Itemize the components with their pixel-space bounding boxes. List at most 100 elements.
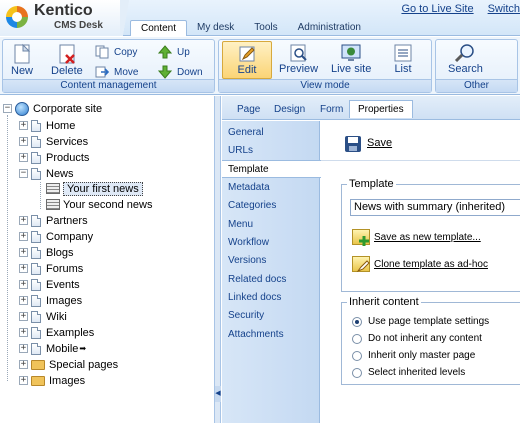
menu-workflow[interactable]: Workflow: [228, 237, 269, 248]
move-button[interactable]: Move: [95, 65, 138, 79]
tree-item-products[interactable]: + Products: [19, 150, 89, 165]
search-button[interactable]: Search: [448, 43, 483, 75]
up-button[interactable]: Up: [158, 45, 190, 59]
menu-template[interactable]: Template: [222, 160, 321, 178]
expand-icon[interactable]: +: [19, 376, 28, 385]
menu-versions[interactable]: Versions: [228, 255, 266, 266]
delete-button[interactable]: Delete: [51, 43, 83, 77]
new-button[interactable]: New: [11, 43, 33, 77]
expand-icon[interactable]: +: [19, 312, 28, 321]
document-icon: [31, 230, 41, 243]
collapse-panel-arrow-icon[interactable]: ◀: [215, 386, 221, 402]
tree-item-label: Partners: [46, 214, 88, 227]
menu-linked-docs[interactable]: Linked docs: [228, 292, 281, 303]
switch-link[interactable]: Switch: [488, 3, 520, 15]
document-icon: [31, 342, 41, 355]
document-icon: [31, 326, 41, 339]
tree-item-wiki[interactable]: + Wiki: [19, 309, 67, 324]
live-site-button[interactable]: Live site: [331, 43, 371, 75]
expand-icon[interactable]: +: [19, 328, 28, 337]
tab-properties[interactable]: Properties: [349, 100, 413, 118]
new-label: New: [11, 65, 34, 77]
collapse-icon[interactable]: −: [19, 169, 28, 178]
radio-button[interactable]: [352, 350, 362, 361]
menu-categories[interactable]: Categories: [228, 200, 276, 211]
tree-item-services[interactable]: + Services: [19, 134, 88, 149]
tree-item-examples[interactable]: + Examples: [19, 325, 94, 340]
save-bar: Save: [321, 121, 520, 161]
collapse-icon[interactable]: −: [3, 104, 12, 113]
menu-attachments[interactable]: Attachments: [228, 329, 284, 340]
expand-icon[interactable]: +: [19, 264, 28, 273]
clone-template-link[interactable]: Clone template as ad-hoc: [352, 256, 488, 273]
arrow-down-icon: [158, 65, 172, 79]
tree-item-your-second-news[interactable]: Your second news: [46, 197, 153, 212]
tab-design[interactable]: Design: [274, 104, 305, 115]
expand-icon[interactable]: +: [19, 280, 28, 289]
tree-item-events[interactable]: + Events: [19, 277, 80, 292]
tab-administration[interactable]: Administration: [288, 20, 371, 36]
radio-button[interactable]: [352, 367, 362, 378]
template-legend: Template: [347, 178, 396, 190]
expand-icon[interactable]: +: [19, 153, 28, 162]
tree-item-blogs[interactable]: + Blogs: [19, 245, 74, 260]
tree-item-mobile[interactable]: + Mobile ➡: [19, 341, 86, 356]
down-button[interactable]: Down: [158, 65, 203, 79]
edit-button[interactable]: Edit: [222, 41, 272, 79]
save-as-new-template-link[interactable]: Save as new template...: [352, 229, 481, 246]
menu-security[interactable]: Security: [228, 310, 264, 321]
menu-menu[interactable]: Menu: [228, 219, 253, 230]
tab-tools[interactable]: Tools: [244, 20, 287, 36]
expand-icon[interactable]: +: [19, 137, 28, 146]
tree-item-news[interactable]: − News: [19, 166, 74, 181]
menu-related-docs[interactable]: Related docs: [228, 274, 286, 285]
tree-item-label: Special pages: [49, 358, 119, 371]
tab-my-desk[interactable]: My desk: [187, 20, 244, 36]
radio-use-page-template-settings[interactable]: Use page template settings: [352, 316, 489, 327]
go-to-live-site-link[interactable]: Go to Live Site: [401, 3, 473, 15]
logo-product: CMS Desk: [54, 20, 103, 31]
preview-label: Preview: [279, 63, 319, 75]
document-icon: [31, 167, 41, 180]
up-label: Up: [177, 46, 190, 58]
kentico-logo-icon: [6, 6, 28, 28]
tree-item-partners[interactable]: + Partners: [19, 213, 88, 228]
tree-item-images[interactable]: + Images: [19, 293, 82, 308]
menu-metadata[interactable]: Metadata: [228, 182, 270, 193]
tree-item-home[interactable]: + Home: [19, 118, 75, 133]
tab-page[interactable]: Page: [237, 104, 260, 115]
tree-item-your-first-news[interactable]: Your first news: [46, 181, 143, 196]
tree-item-forums[interactable]: + Forums: [19, 261, 83, 276]
expand-icon[interactable]: +: [19, 216, 28, 225]
radio-button-checked[interactable]: [352, 316, 362, 327]
radio-inherit-master-page[interactable]: Inherit only master page: [352, 350, 475, 361]
expand-icon[interactable]: +: [19, 248, 28, 257]
save-disk-icon[interactable]: [345, 136, 361, 152]
radio-button[interactable]: [352, 333, 362, 344]
page-template-select[interactable]: News with summary (inherited): [350, 199, 520, 216]
radio-select-inherited-levels[interactable]: Select inherited levels: [352, 367, 465, 378]
expand-icon[interactable]: +: [19, 296, 28, 305]
panel-splitter[interactable]: ◀: [215, 96, 221, 423]
tree-item-images-folder[interactable]: + Images: [19, 373, 85, 388]
tree-root-corporate-site[interactable]: − Corporate site: [3, 101, 102, 116]
menu-urls[interactable]: URLs: [228, 145, 253, 156]
radio-do-not-inherit[interactable]: Do not inherit any content: [352, 333, 482, 344]
preview-button[interactable]: Preview: [279, 43, 318, 75]
tree-item-label: Services: [46, 135, 89, 148]
list-button[interactable]: List: [393, 43, 413, 75]
expand-icon[interactable]: +: [19, 360, 28, 369]
menu-general[interactable]: General: [228, 127, 264, 138]
expand-icon[interactable]: +: [19, 344, 28, 353]
kentico-logo: Kentico CMS Desk: [0, 0, 120, 36]
save-link[interactable]: Save: [367, 137, 392, 149]
tab-content[interactable]: Content: [130, 20, 188, 36]
expand-icon[interactable]: +: [19, 232, 28, 241]
tree-item-label-selected: Your first news: [63, 181, 143, 196]
tab-form[interactable]: Form: [320, 104, 343, 115]
tree-item-special-pages[interactable]: + Special pages: [19, 357, 118, 372]
tree-item-company[interactable]: + Company: [19, 229, 93, 244]
expand-icon[interactable]: +: [19, 121, 28, 130]
copy-button[interactable]: Copy: [95, 45, 137, 59]
radio-label: Select inherited levels: [368, 367, 466, 378]
